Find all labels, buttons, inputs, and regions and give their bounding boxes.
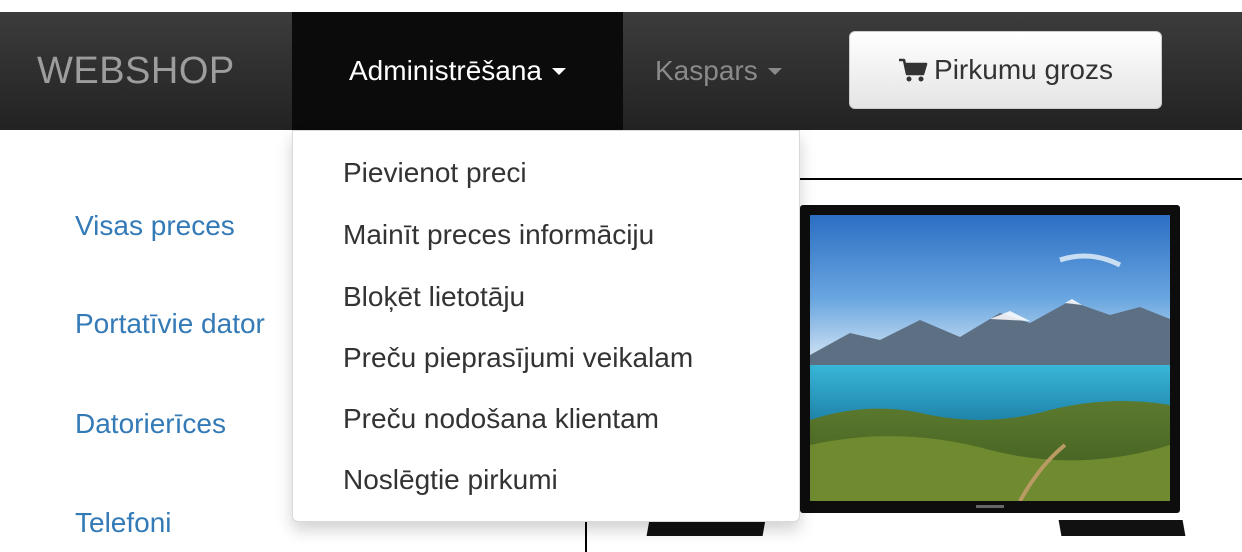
menu-item-block-user[interactable]: Bloķēt lietotāju [343,281,525,313]
sidebar-item-phones[interactable]: Telefoni [75,507,172,539]
caret-down-icon [551,68,566,76]
menu-item-completed-purchases[interactable]: Noslēgtie pirkumi [343,464,558,496]
menu-item-add-product[interactable]: Pievienot preci [343,157,527,189]
user-menu-label: Kaspars [655,55,758,86]
tv-screen-landscape [810,215,1170,501]
cart-button-label: Pirkumu grozs [934,54,1113,85]
user-menu-toggle[interactable]: Kaspars [655,12,782,130]
menu-item-edit-product-info[interactable]: Mainīt preces informāciju [343,219,654,251]
tv-brand-mark [976,505,1004,508]
content-border [585,520,587,552]
cart-button[interactable]: Pirkumu grozs [849,31,1162,109]
tv-stand-right [1058,520,1186,536]
category-sidebar: Visas preces Portatīvie dator Datorierīc… [0,130,290,552]
tv-frame [800,205,1180,513]
sidebar-item-laptops[interactable]: Portatīvie dator [75,308,265,340]
top-navbar: WEBSHOP Administrēšana Kaspars Pirkumu g… [0,12,1242,130]
sidebar-item-computer-devices[interactable]: Datorierīces [75,408,226,440]
shopping-cart-icon [899,58,928,82]
menu-item-store-requests[interactable]: Preču pieprasījumi veikalam [343,342,693,374]
brand-logo[interactable]: WEBSHOP [37,12,235,130]
sidebar-item-all-products[interactable]: Visas preces [75,210,235,242]
admin-menu-label: Administrēšana [349,55,542,86]
admin-menu-toggle[interactable]: Administrēšana [292,12,623,130]
admin-dropdown-menu: Pievienot preci Mainīt preces informācij… [292,130,800,522]
caret-down-icon [767,68,782,76]
menu-item-client-handover[interactable]: Preču nodošana klientam [343,403,659,435]
tv-stand-left [646,520,766,536]
